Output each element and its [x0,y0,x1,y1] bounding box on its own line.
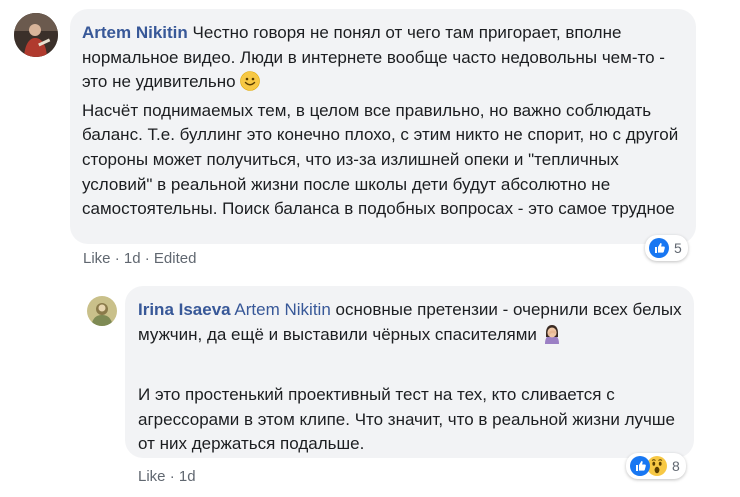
wow-face-reaction-icon [647,456,667,476]
reactions-summary[interactable]: 8 [626,453,686,479]
reply-actions: Like · 1d [138,468,196,485]
reply-bubble: Irina Isaeva Artem Nikitin основные прет… [125,286,694,458]
reaction-count: 8 [672,458,680,474]
reaction-count: 5 [674,240,682,256]
separator: · [114,250,120,267]
edited-label[interactable]: Edited [154,250,197,267]
smiling-face-icon [240,71,261,99]
comment-author[interactable]: Artem Nikitin [82,23,188,42]
separator: · [144,250,150,267]
mention-link[interactable]: Artem Nikitin [234,300,330,319]
thumbs-up-reaction-icon [649,238,669,258]
woman-facepalming-icon [542,324,562,352]
avatar-photo-icon [14,13,58,57]
comment-bubble: Artem Nikitin Честно говоря не понял от … [70,9,696,244]
comment-paragraph: Насчёт поднимаемых тем, в целом все прав… [82,100,679,219]
like-button[interactable]: Like [83,250,111,267]
avatar-irina-isaeva[interactable] [87,296,117,326]
reply-text-2: И это простенький проективный тест на те… [138,383,683,457]
separator: · [169,468,175,485]
avatar-artem-nikitin[interactable] [14,13,58,57]
reply-author[interactable]: Irina Isaeva [138,300,231,319]
comment-timestamp[interactable]: 1d [124,250,141,267]
reply-timestamp[interactable]: 1d [179,468,196,485]
reply-text: Irina Isaeva Artem Nikitin основные прет… [138,298,683,351]
reply-paragraph: И это простенький проективный тест на те… [138,385,675,454]
avatar-photo-icon [87,296,117,326]
reactions-summary[interactable]: 5 [645,235,688,261]
like-button[interactable]: Like [138,468,166,485]
comment-text: Artem Nikitin Честно говоря не понял от … [82,21,682,222]
comment-actions: Like · 1d · Edited [83,250,196,267]
thumbs-up-reaction-icon [630,456,650,476]
